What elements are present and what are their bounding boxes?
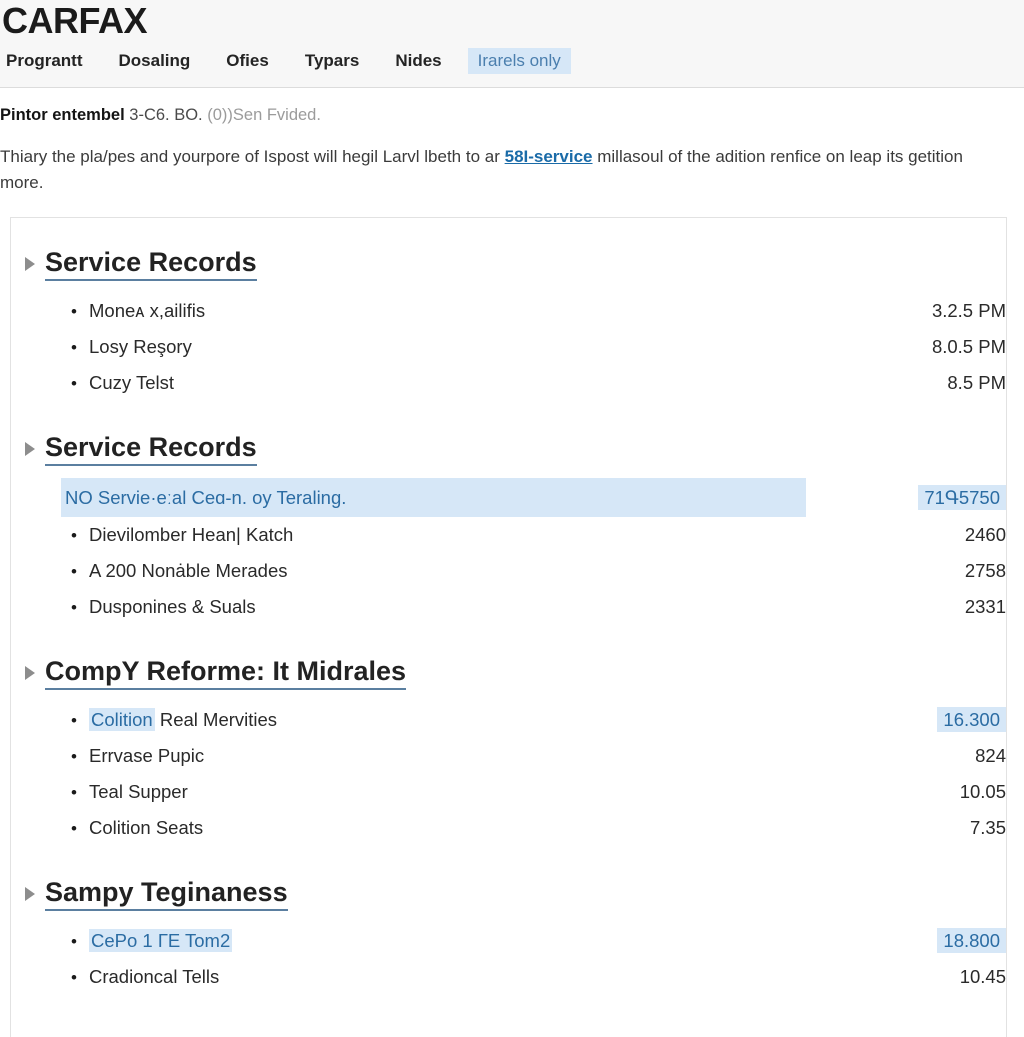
record-label-rest: Real Mervities	[154, 709, 278, 730]
record-value-highlight: 71Գ5750	[918, 485, 1006, 510]
bullet-icon: •	[71, 302, 77, 321]
bullet-icon: •	[71, 711, 77, 730]
record-label-highlight: CePo 1 ГE Tom2	[89, 929, 233, 952]
nav-item-0[interactable]: Prograntt	[0, 48, 93, 74]
record-value: 71Գ5750	[806, 480, 1006, 515]
bullet-icon: •	[71, 968, 77, 987]
record-value: 18.800	[806, 923, 1006, 958]
record-row[interactable]: • Dusponines & Suals 2331	[11, 589, 1006, 625]
record-row[interactable]: • Cuzy Telst 8.5 PM	[11, 365, 1006, 401]
bullet-icon: •	[71, 526, 77, 545]
bullet-icon: •	[71, 932, 77, 951]
nav-item-3[interactable]: Typars	[295, 48, 370, 74]
records-section: Service Records • Moneᴀ x,ailifis 3.2.5 PM •…	[11, 246, 1006, 401]
record-value-highlight: 18.800	[937, 928, 1006, 953]
site-header: CARFAX Prograntt Dosaling Ofies Typars Nides…	[0, 0, 1024, 88]
record-value: 2758	[964, 560, 1006, 581]
disclosure-triangle-icon[interactable]	[25, 886, 35, 901]
intro-faded-note: (0))Sen Fvided.	[207, 106, 321, 124]
record-label-highlight: Colition	[89, 708, 155, 731]
nav-item-1[interactable]: Dosaling	[109, 48, 201, 74]
nav-item-2[interactable]: Ofies	[216, 48, 279, 74]
intro-detail: 3-C6. BO.	[129, 106, 203, 124]
record-value: 3.2.5 PM	[931, 300, 1006, 321]
record-row[interactable]: • Moneᴀ x,ailifis 3.2.5 PM	[11, 293, 1006, 329]
record-value: 7.35	[969, 817, 1006, 838]
self-service-link[interactable]: 58I-service	[505, 147, 593, 166]
record-label: Teal Supper	[89, 781, 188, 802]
section-rows: • CePo 1 ГE Tom2 18.800 • Cradionсal Tells 10…	[11, 917, 1006, 995]
record-label: Dievilomber Hean| Katch	[89, 524, 294, 545]
disclosure-triangle-icon[interactable]	[25, 665, 35, 680]
record-row[interactable]: • A 200 Nonȧble Merades 2758	[11, 553, 1006, 589]
record-label: NO Servie·eːal Ceɑ-n. oy Teraling.	[61, 478, 806, 517]
record-label: Colition Seats	[89, 817, 204, 838]
record-value: 8.0.5 PM	[931, 336, 1006, 357]
disclosure-triangle-icon[interactable]	[25, 441, 35, 456]
record-value: 2460	[964, 524, 1006, 545]
record-label: Cuzy Telst	[89, 372, 174, 393]
record-value: 2331	[964, 596, 1006, 617]
bullet-icon: •	[71, 819, 77, 838]
disclosure-triangle-icon[interactable]	[25, 256, 35, 271]
record-row[interactable]: • CePo 1 ГE Tom2 18.800	[11, 923, 1006, 959]
record-row[interactable]: • Losy Reşory 8.0.5 PM	[11, 329, 1006, 365]
section-header[interactable]: Sampy Teginaness	[11, 876, 1006, 911]
bullet-icon: •	[71, 747, 77, 766]
record-row[interactable]: • Errvase Pupic 824	[11, 738, 1006, 774]
section-rows: • NO Servie·eːal Ceɑ-n. oy Teraling. 71Գ57…	[11, 472, 1006, 625]
section-rows: • Moneᴀ x,ailifis 3.2.5 PM • Losy Reşory 8.0.…	[11, 287, 1006, 401]
brand-logo: CARFAX	[2, 0, 148, 41]
paragraph-text-before: Thiary the pla/pes and yourpore of Ispos…	[0, 147, 505, 166]
record-value: 16.300	[806, 702, 1006, 737]
record-label: CePo 1 ГE Tom2	[89, 923, 806, 958]
section-title[interactable]: CompY Reforme: It Midrales	[45, 655, 407, 690]
bullet-icon: •	[71, 374, 77, 393]
nav-item-4[interactable]: Nides	[385, 48, 451, 74]
intro-paragraph: Thiary the pla/pes and yourpore of Ispos…	[0, 126, 1000, 196]
record-value: 8.5 PM	[947, 372, 1006, 393]
record-label: Losy Reşory	[89, 336, 192, 357]
record-label: Cradionсal Tells	[89, 966, 220, 987]
intro-line: Pintor entembel 3-C6. BO. (0))Sen Fvided…	[0, 104, 1024, 126]
record-value: 10.45	[959, 966, 1006, 987]
section-header[interactable]: Service Records	[11, 431, 1006, 466]
records-section: Service Records • NO Servie·eːal Ceɑ-n. oy…	[11, 431, 1006, 625]
record-value: 824	[975, 745, 1006, 766]
intro-block: Pintor entembel 3-C6. BO. (0))Sen Fvided…	[0, 88, 1024, 196]
section-rows: • Colition Real Mervities 16.300 • Errvase P…	[11, 696, 1006, 846]
record-row[interactable]: •NO Servie·eːal Ceɑ-n. oy Teraling.71Գ57…	[11, 478, 1006, 517]
section-header[interactable]: Service Records	[11, 246, 1006, 281]
bullet-icon: •	[71, 338, 77, 357]
record-row[interactable]: • Teal Supper 10.05	[11, 774, 1006, 810]
section-header[interactable]: CompY Reforme: It Midrales	[11, 655, 1006, 690]
intro-lead: Pintor entembel	[0, 106, 125, 124]
section-title[interactable]: Service Records	[45, 431, 257, 466]
records-card: Service Records • Moneᴀ x,ailifis 3.2.5 PM •…	[10, 217, 1007, 1037]
record-label: Dusponines & Suals	[89, 596, 256, 617]
record-value: 10.05	[959, 781, 1006, 802]
record-row[interactable]: • Cradionсal Tells 10.45	[11, 959, 1006, 995]
record-label: A 200 Nonȧble Merades	[89, 560, 288, 581]
nav-item-5[interactable]: Irarels only	[467, 48, 571, 74]
record-label: Colition Real Mervities	[89, 702, 806, 737]
record-row[interactable]: • Colition Seats 7.35	[11, 810, 1006, 846]
record-label: Moneᴀ x,ailifis	[89, 300, 206, 321]
record-value-highlight: 16.300	[937, 707, 1006, 732]
record-row[interactable]: • Colition Real Mervities 16.300	[11, 702, 1006, 738]
records-section: CompY Reforme: It Midrales • Colition Real…	[11, 655, 1006, 846]
bullet-icon: •	[71, 562, 77, 581]
section-title[interactable]: Service Records	[45, 246, 257, 281]
record-label: Errvase Pupic	[89, 745, 205, 766]
section-title[interactable]: Sampy Teginaness	[45, 876, 288, 911]
main-nav: Prograntt Dosaling Ofies Typars Nides Irarels…	[0, 40, 1024, 74]
bullet-icon: •	[71, 598, 77, 617]
record-row[interactable]: • Dievilomber Hean| Katch 2460	[11, 517, 1006, 553]
records-section: Sampy Teginaness • CePo 1 ГE Tom2 18.800 • Cr…	[11, 876, 1006, 995]
bullet-icon: •	[71, 783, 77, 802]
